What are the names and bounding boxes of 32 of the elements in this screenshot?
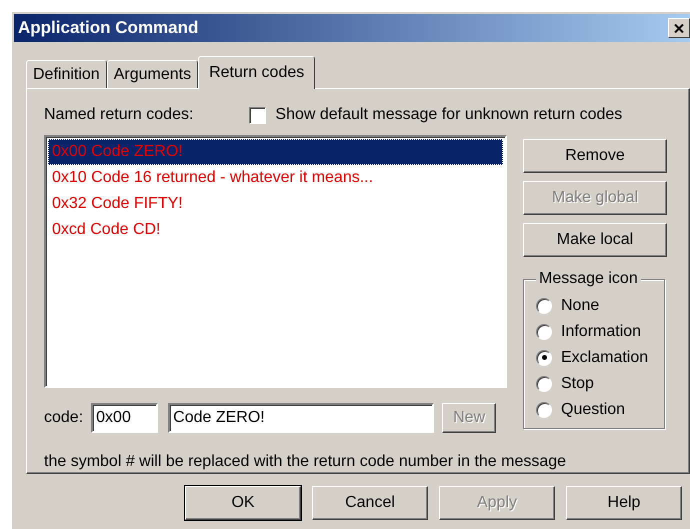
action-button[interactable]: Remove <box>523 138 667 173</box>
radio-button[interactable] <box>536 324 552 340</box>
dialog-button[interactable]: Help <box>566 486 682 520</box>
list-item[interactable]: 0x32 Code FIFTY! <box>48 190 503 217</box>
code-label: code: <box>44 408 84 427</box>
radio-label: None <box>561 296 600 315</box>
hint-text: the symbol # will be replaced with the return code number in the message <box>44 453 568 472</box>
radio-label: Stop <box>561 374 594 393</box>
radio-button[interactable] <box>536 376 552 392</box>
list-label: Named return codes: <box>44 106 194 124</box>
tab[interactable]: Arguments <box>106 60 198 88</box>
radio-button[interactable] <box>536 298 552 314</box>
tab[interactable]: Definition <box>26 60 107 88</box>
window-title: Application Command <box>18 18 198 38</box>
dialog-button[interactable]: OK <box>185 486 301 520</box>
checkbox-label: Show default message for unknown return codes <box>275 106 622 124</box>
radio-button[interactable] <box>536 402 552 418</box>
code-field[interactable]: 0x00 <box>91 402 158 433</box>
group-label: Message icon <box>536 270 641 288</box>
list-item[interactable]: 0x10 Code 16 returned - whatever it means... <box>48 164 503 191</box>
list-item[interactable]: 0xcd Code CD! <box>48 216 503 243</box>
close-button[interactable] <box>668 18 690 38</box>
dialog-button[interactable]: Cancel <box>312 486 428 520</box>
radio-label: Question <box>561 400 626 419</box>
message-field[interactable]: Code ZERO! <box>168 402 434 433</box>
close-icon <box>674 24 684 32</box>
tab[interactable]: Return codes <box>198 56 316 89</box>
radio-label: Exclamation <box>561 348 648 367</box>
radio-button[interactable] <box>536 350 552 366</box>
radio-label: Information <box>561 322 642 341</box>
action-button[interactable]: Make local <box>523 222 667 257</box>
checkbox[interactable] <box>249 106 266 124</box>
